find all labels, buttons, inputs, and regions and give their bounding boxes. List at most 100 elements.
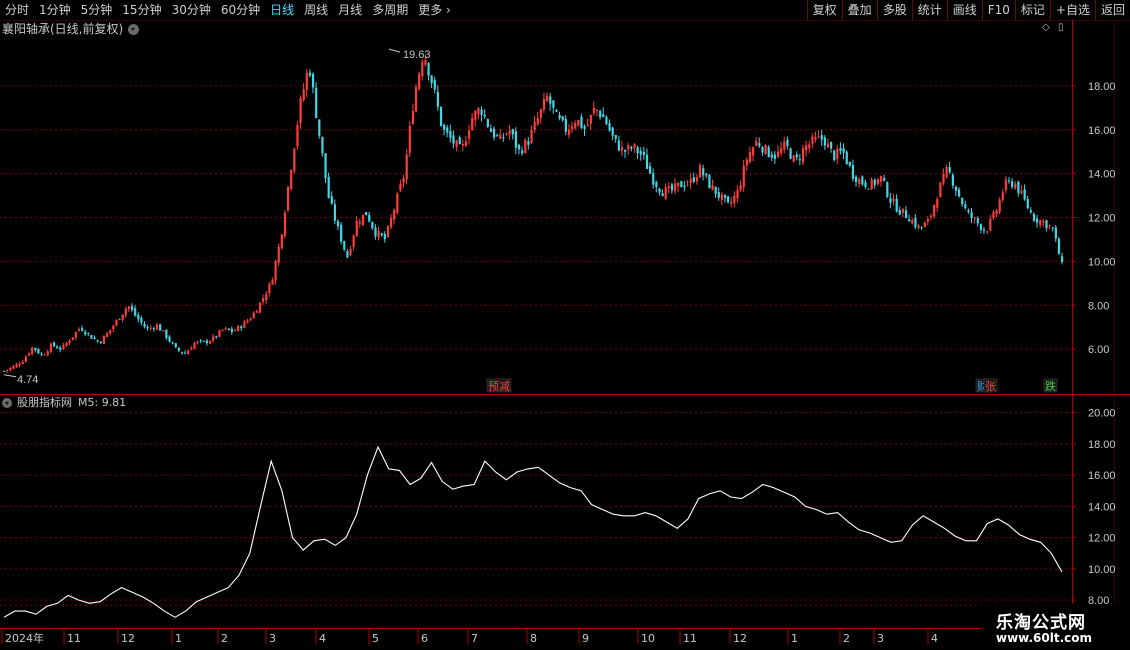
event-marker-label[interactable]: 预减	[488, 380, 510, 393]
candle-body	[1045, 220, 1048, 229]
candle-body	[577, 119, 580, 126]
candle-body	[27, 353, 31, 356]
candle-body	[505, 133, 508, 135]
chart-canvas[interactable]: 18.0016.0014.0012.0010.008.006.0020.0018…	[0, 0, 1130, 650]
candle-body	[59, 347, 62, 350]
candle-body	[948, 167, 951, 173]
candle-body	[933, 204, 936, 217]
x-tick-label: 3	[269, 632, 276, 645]
candle-body	[683, 185, 686, 188]
candle-body	[305, 72, 308, 90]
main-ytick-label: 18.00	[1088, 81, 1116, 93]
candle-body	[240, 326, 243, 329]
candle-body	[836, 148, 839, 160]
candle-body	[180, 351, 184, 353]
candle-body	[430, 75, 433, 84]
candle-body	[233, 330, 237, 332]
candle-body	[468, 130, 471, 139]
candle-body	[127, 306, 131, 309]
candle-body	[546, 95, 549, 101]
candle-body	[998, 199, 1001, 213]
low-price-label: 4.74	[17, 374, 38, 386]
candle-body	[748, 152, 752, 163]
candle-body	[393, 209, 396, 220]
candle-body	[786, 139, 789, 147]
candle-body	[1039, 220, 1042, 226]
candle-body	[280, 234, 283, 249]
candle-body	[1042, 221, 1045, 223]
x-tick-label: 3	[877, 632, 884, 645]
candle-body	[77, 328, 81, 331]
candle-body	[31, 347, 34, 354]
candle-body	[174, 343, 177, 348]
candle-body	[333, 204, 337, 221]
candle-body	[62, 344, 65, 349]
candle-body	[15, 363, 18, 367]
candle-body	[489, 128, 493, 132]
candle-body	[12, 366, 15, 369]
candle-body	[49, 343, 53, 352]
candle-body	[471, 117, 474, 131]
candle-body	[624, 149, 627, 152]
candle-body	[992, 212, 995, 218]
candle-body	[702, 168, 705, 176]
main-ytick-label: 6.00	[1088, 344, 1109, 356]
candle-body	[199, 340, 202, 342]
event-marker-label[interactable]: 跌	[1045, 379, 1056, 393]
candle-body	[745, 159, 748, 166]
candle-body	[1036, 218, 1039, 223]
candle-body	[480, 109, 483, 115]
candle-body	[986, 231, 989, 233]
candle-body	[817, 136, 820, 138]
candle-body	[939, 182, 942, 198]
candle-body	[770, 154, 773, 158]
candle-body	[474, 110, 477, 121]
candle-body	[224, 328, 227, 330]
candle-body	[876, 178, 880, 184]
candle-body	[920, 226, 923, 228]
candle-body	[717, 192, 720, 198]
event-marker-label[interactable]: 张	[985, 380, 996, 393]
indicator-line-m5	[3, 445, 1063, 618]
candle-body	[208, 340, 212, 344]
candle-body	[371, 221, 374, 228]
candle-body	[502, 137, 505, 139]
watermark-url: www.60lt.com	[996, 631, 1093, 645]
candle-body	[115, 319, 118, 326]
x-tick-label: 12	[733, 632, 747, 645]
candle-body	[461, 143, 464, 146]
candle-body	[1017, 181, 1020, 194]
candle-body	[1023, 189, 1026, 200]
candle-body	[249, 318, 252, 321]
candle-body	[970, 212, 973, 219]
candle-body	[727, 196, 730, 203]
candle-body	[592, 108, 596, 114]
candle-body	[964, 204, 967, 209]
candle-body	[190, 348, 193, 350]
candle-body	[262, 298, 265, 302]
candle-body	[37, 349, 40, 354]
candle-body	[246, 320, 249, 323]
candle-body	[826, 143, 830, 148]
candle-body	[177, 347, 180, 351]
candle-body	[499, 134, 502, 139]
candle-body	[439, 106, 443, 126]
candle-body	[842, 148, 845, 153]
candle-body	[402, 178, 405, 183]
candle-body	[958, 189, 961, 197]
candle-body	[146, 327, 149, 329]
candle-body	[620, 147, 624, 151]
candle-body	[255, 311, 258, 313]
candle-body	[636, 147, 639, 154]
candle-body	[496, 134, 499, 136]
candle-body	[945, 167, 948, 177]
candle-body	[421, 61, 424, 77]
candle-body	[18, 363, 21, 366]
candle-body	[839, 148, 842, 152]
candle-body	[608, 122, 611, 131]
candle-body	[567, 129, 571, 135]
candle-body	[851, 164, 855, 179]
main-ytick-label: 14.00	[1088, 169, 1116, 181]
candle-body	[954, 186, 958, 191]
candle-body	[942, 173, 945, 184]
